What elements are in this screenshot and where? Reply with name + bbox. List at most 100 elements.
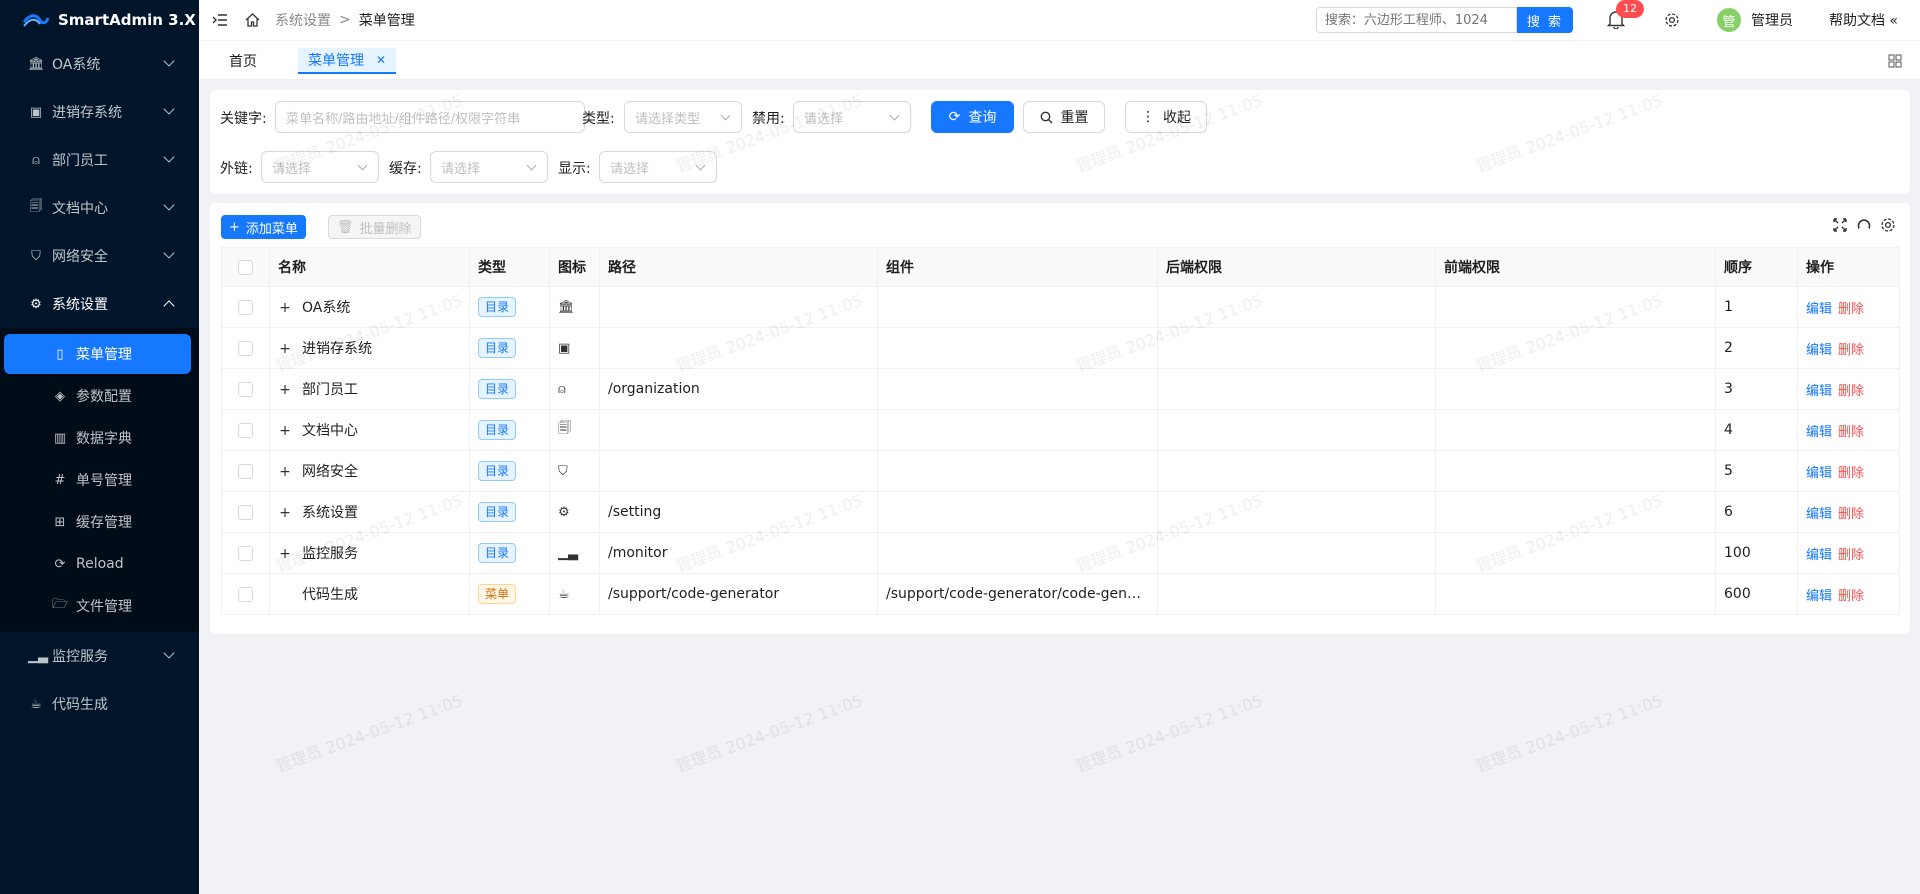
tabs-grid-icon[interactable] <box>1888 54 1902 68</box>
home-icon[interactable] <box>243 11 261 29</box>
add-menu-button[interactable]: + 添加菜单 <box>221 215 306 239</box>
table-row: + 监控服务 目录 ▁▃/monitor 100 编辑 删除 <box>221 532 1900 574</box>
show-placeholder: 请选择 <box>610 161 650 177</box>
row-select-cell <box>221 450 270 492</box>
settings-gear-icon[interactable] <box>1663 11 1681 29</box>
delete-link[interactable]: 删除 <box>1838 507 1864 522</box>
sidebar-group-groups_bottom-0[interactable]: ▁▃ 监控服务 <box>0 632 199 680</box>
row-checkbox[interactable] <box>238 463 253 479</box>
order-cell: 4 <box>1715 409 1798 451</box>
coffee-icon: ☕ <box>558 587 570 602</box>
sidebar-group-groups_bottom-1[interactable]: ☕ 代码生成 <box>0 680 199 728</box>
sidebar-item-1[interactable]: ◈ 参数配置 <box>4 376 191 416</box>
tab-menu-management[interactable]: 菜单管理 ✕ <box>298 48 397 74</box>
delete-link[interactable]: 删除 <box>1838 466 1864 481</box>
cache-select[interactable]: 请选择 <box>430 151 548 183</box>
sidebar-item-3[interactable]: # 单号管理 <box>4 460 191 500</box>
notification-bell[interactable]: 12 <box>1606 0 1644 30</box>
type-select[interactable]: 请选择类型 <box>624 101 742 133</box>
sidebar-item-5[interactable]: ⟳ Reload <box>4 544 191 584</box>
delete-link[interactable]: 删除 <box>1838 302 1864 317</box>
edit-link[interactable]: 编辑 <box>1806 589 1832 604</box>
sidebar-group-groups_top-3[interactable]: 🗐 文档中心 <box>0 184 199 232</box>
chevron-down-icon <box>720 110 731 121</box>
sidebar-group-groups_top-1[interactable]: ▣ 进销存系统 <box>0 88 199 136</box>
query-button[interactable]: ⟳ 查询 <box>931 101 1014 133</box>
batch-delete-button[interactable]: 🗑 批量删除 <box>328 215 421 239</box>
type-tag: 目录 <box>478 502 517 522</box>
delete-link[interactable]: 删除 <box>1838 589 1864 604</box>
expand-icon[interactable]: + <box>278 382 292 398</box>
global-search-input[interactable] <box>1315 7 1517 33</box>
backend-perm-cell <box>1157 327 1436 369</box>
row-checkbox[interactable] <box>238 381 253 397</box>
sidebar-group-system-settings[interactable]: ⚙ 系统设置 <box>0 280 199 328</box>
user-name[interactable]: 管理员 <box>1751 10 1793 30</box>
avatar[interactable]: 管 <box>1716 8 1741 32</box>
delete-link[interactable]: 删除 <box>1838 384 1864 399</box>
sidebar-group-groups_top-0[interactable]: 🏛 OA系统 <box>0 40 199 88</box>
expand-icon[interactable]: + <box>278 341 292 357</box>
type-cell: 菜单 <box>469 573 550 615</box>
menu-fold-icon[interactable] <box>211 11 229 29</box>
sidebar-group-groups_top-4[interactable]: ⛉ 网络安全 <box>0 232 199 280</box>
icon-cell: 🏛 <box>549 286 600 328</box>
expand-icon[interactable]: + <box>278 464 292 480</box>
show-select[interactable]: 请选择 <box>599 151 717 183</box>
component-cell <box>877 286 1158 328</box>
select-all-checkbox[interactable] <box>238 259 253 275</box>
menu-table: 名称 类型 图标 路径 组件 后端权限 前端权限 顺序 操作 + OA系统 目录 🏛 1… <box>221 247 1900 615</box>
sidebar-group-groups_top-2[interactable]: ⍝ 部门员工 <box>0 136 199 184</box>
order-cell: 5 <box>1715 450 1798 492</box>
edit-link[interactable]: 编辑 <box>1806 343 1832 358</box>
refresh-icon[interactable] <box>1856 217 1872 233</box>
row-checkbox[interactable] <box>238 340 253 356</box>
header-component: 组件 <box>877 247 1158 287</box>
delete-link[interactable]: 删除 <box>1838 343 1864 358</box>
disabled-select[interactable]: 请选择 <box>793 101 911 133</box>
help-docs-link[interactable]: 帮助文档 « <box>1829 10 1898 30</box>
reset-button[interactable]: 重置 <box>1023 101 1105 133</box>
row-checkbox[interactable] <box>238 299 253 315</box>
row-checkbox[interactable] <box>238 422 253 438</box>
menu-name: OA系统 <box>302 300 351 316</box>
link-select[interactable]: 请选择 <box>261 151 379 183</box>
header-backend-perm: 后端权限 <box>1157 247 1436 287</box>
expand-icon[interactable]: + <box>278 423 292 439</box>
keyword-input[interactable]: 菜单名称/路由地址/组件路径/权限字符串 <box>275 101 585 133</box>
type-cell: 目录 <box>469 491 550 533</box>
sidebar: SmartAdmin 3.X 🏛 OA系统 ▣ 进销存系统 ⍝ 部门员工 🗐 文档中心 ⛉ 网络安… <box>0 0 199 894</box>
breadcrumb-item[interactable]: 系统设置 <box>275 10 331 30</box>
expand-icon[interactable]: + <box>278 505 292 521</box>
delete-link[interactable]: 删除 <box>1838 425 1864 440</box>
edit-link[interactable]: 编辑 <box>1806 507 1832 522</box>
fullscreen-icon[interactable] <box>1832 217 1848 233</box>
edit-link[interactable]: 编辑 <box>1806 548 1832 563</box>
order-cell: 100 <box>1715 532 1798 574</box>
global-search-button[interactable]: 搜 索 <box>1516 7 1573 33</box>
menu-name: 代码生成 <box>302 587 358 603</box>
sidebar-item-4[interactable]: ⊞ 缓存管理 <box>4 502 191 542</box>
expand-icon[interactable]: + <box>278 546 292 562</box>
sidebar-item-0[interactable]: ▯ 菜单管理 <box>4 334 191 374</box>
edit-link[interactable]: 编辑 <box>1806 425 1832 440</box>
sidebar-item-2[interactable]: ▥ 数据字典 <box>4 418 191 458</box>
sidebar-item-6[interactable]: 🗁 文件管理 <box>4 586 191 626</box>
name-cell: + 系统设置 <box>269 491 470 533</box>
header-name: 名称 <box>269 247 470 287</box>
row-checkbox[interactable] <box>238 586 253 602</box>
column-settings-icon[interactable] <box>1880 217 1896 233</box>
frontend-perm-cell <box>1435 327 1716 369</box>
edit-link[interactable]: 编辑 <box>1806 302 1832 317</box>
edit-link[interactable]: 编辑 <box>1806 466 1832 481</box>
app-logo[interactable]: SmartAdmin 3.X <box>0 0 199 40</box>
row-checkbox[interactable] <box>238 545 253 561</box>
tab-home[interactable]: 首页 <box>219 48 267 74</box>
close-icon[interactable]: ✕ <box>376 53 386 67</box>
delete-link[interactable]: 删除 <box>1838 548 1864 563</box>
component-cell <box>877 532 1158 574</box>
collapse-button[interactable]: ⋮ 收起 <box>1125 101 1207 133</box>
row-checkbox[interactable] <box>238 504 253 520</box>
edit-link[interactable]: 编辑 <box>1806 384 1832 399</box>
expand-icon[interactable]: + <box>278 300 292 316</box>
